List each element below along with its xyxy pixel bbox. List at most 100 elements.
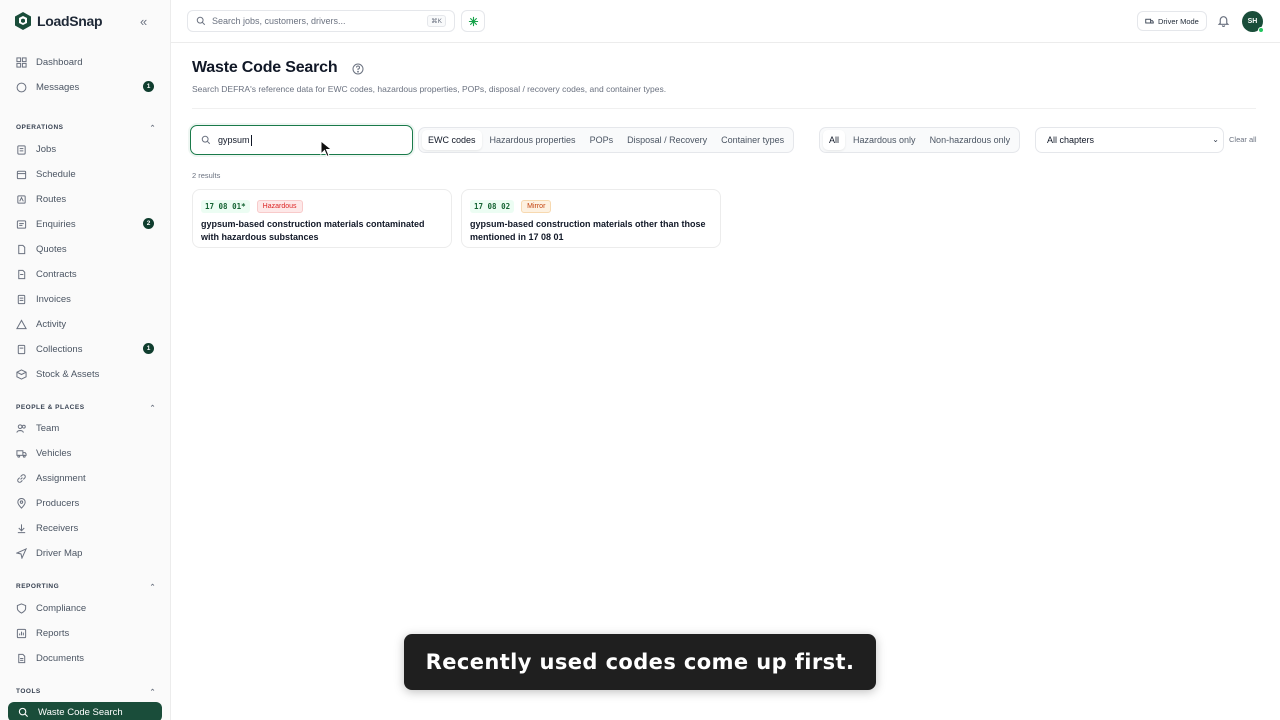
driver-mode-label: Driver Mode xyxy=(1158,16,1199,26)
sidebar-item-label: Quotes xyxy=(36,243,67,255)
sidebar-item-messages[interactable]: Messages 1 xyxy=(16,77,156,97)
sidebar-item-enquiries[interactable]: Enquiries 2 xyxy=(16,214,156,234)
result-card[interactable]: 17 08 01* Hazardous gypsum-based constru… xyxy=(192,189,452,248)
users-icon xyxy=(16,423,26,433)
sidebar-item-contracts[interactable]: Contracts xyxy=(16,264,156,284)
sidebar-item-label: Routes xyxy=(36,193,67,205)
document-icon xyxy=(18,244,26,254)
link-icon xyxy=(17,473,26,483)
sidebar-item-label: Enquiries xyxy=(36,218,76,230)
sidebar-item-stock-assets[interactable]: Stock & Assets xyxy=(16,364,156,384)
tab-container-types[interactable]: Container types xyxy=(715,130,790,150)
mouse-cursor-icon xyxy=(320,140,333,158)
clear-all-button[interactable]: Clear all xyxy=(1229,135,1257,144)
section-operations[interactable]: OPERATIONS ⌃ xyxy=(16,124,156,132)
help-circle-icon[interactable] xyxy=(352,63,364,75)
section-tools[interactable]: TOOLS ⌃ xyxy=(16,688,156,696)
chapter-select-value: All chapters xyxy=(1047,135,1095,145)
shortcut-hint: ⌘K xyxy=(427,15,446,27)
waste-code-search-input[interactable]: gypsum xyxy=(190,125,413,155)
section-label: OPERATIONS xyxy=(16,124,64,131)
sidebar-item-label: Receivers xyxy=(36,522,79,534)
sidebar-item-activity[interactable]: Activity xyxy=(16,314,156,334)
sidebar-item-invoices[interactable]: Invoices xyxy=(16,289,156,309)
sidebar-item-collections[interactable]: Collections 1 xyxy=(16,339,156,359)
sidebar-item-receivers[interactable]: Receivers xyxy=(16,518,156,538)
sparkle-icon xyxy=(468,16,478,26)
sidebar-item-schedule[interactable]: Schedule xyxy=(16,164,156,184)
result-description: gypsum-based construction materials cont… xyxy=(201,219,425,242)
map-pin-icon xyxy=(17,497,26,509)
logo-icon xyxy=(15,12,31,30)
sidebar-item-compliance[interactable]: Compliance xyxy=(16,598,156,618)
chevron-up-icon: ⌃ xyxy=(149,584,156,591)
chevron-up-icon: ⌃ xyxy=(149,405,156,412)
sidebar-item-label: Schedule xyxy=(36,168,76,180)
app-name: LoadSnap xyxy=(37,13,103,29)
section-label: TOOLS xyxy=(16,688,41,695)
sidebar-item-label: Messages xyxy=(36,81,80,93)
filter-hazardous-only[interactable]: Hazardous only xyxy=(847,130,922,150)
sidebar-item-quotes[interactable]: Quotes xyxy=(16,239,156,259)
bar-chart-icon xyxy=(16,628,27,638)
badge-count: 1 xyxy=(143,343,154,354)
inbox-icon xyxy=(16,219,27,229)
sidebar-item-label: Invoices xyxy=(36,293,71,305)
sidebar-item-vehicles[interactable]: Vehicles xyxy=(16,443,156,463)
section-label: REPORTING xyxy=(16,583,60,590)
driver-mode-button[interactable]: Driver Mode xyxy=(1137,11,1207,31)
global-search-input[interactable]: Search jobs, customers, drivers... ⌘K xyxy=(187,10,455,32)
chevron-up-icon: ⌃ xyxy=(149,125,156,132)
result-card[interactable]: 17 08 02 Mirror gypsum-based constructio… xyxy=(461,189,721,248)
tab-disposal-recovery[interactable]: Disposal / Recovery xyxy=(621,130,713,150)
route-icon xyxy=(17,194,26,204)
sidebar-item-driver-map[interactable]: Driver Map xyxy=(16,543,156,563)
file-icon xyxy=(18,653,26,663)
collections-icon xyxy=(17,344,26,354)
chapter-select[interactable]: All chapters ⌄ xyxy=(1035,127,1224,153)
top-bar: Search jobs, customers, drivers... ⌘K Dr… xyxy=(171,0,1280,43)
collapse-sidebar-icon[interactable]: « xyxy=(140,14,147,29)
sidebar-item-assignment[interactable]: Assignment xyxy=(16,468,156,488)
sidebar-item-reports[interactable]: Reports xyxy=(16,623,156,643)
sidebar-item-label: Team xyxy=(36,422,60,434)
shield-icon xyxy=(16,602,27,614)
filter-all[interactable]: All xyxy=(823,130,846,150)
clipboard-icon xyxy=(17,144,26,155)
sidebar-item-documents[interactable]: Documents xyxy=(16,648,156,668)
truck-icon xyxy=(1145,18,1154,23)
sidebar-item-team[interactable]: Team xyxy=(16,418,156,438)
search-icon xyxy=(201,135,211,145)
ai-assistant-button[interactable] xyxy=(461,10,485,32)
tab-pops[interactable]: POPs xyxy=(584,130,620,150)
notification-bell-icon[interactable] xyxy=(1217,14,1230,27)
page-subtitle: Search DEFRA's reference data for EWC co… xyxy=(192,84,667,94)
filter-non-hazardous-only[interactable]: Non-hazardous only xyxy=(924,130,1017,150)
calendar-icon xyxy=(16,170,27,179)
section-people-places[interactable]: PEOPLE & PLACES ⌃ xyxy=(16,404,156,412)
sidebar-item-producers[interactable]: Producers xyxy=(16,493,156,513)
logo[interactable]: LoadSnap xyxy=(13,11,103,31)
sidebar-item-waste-code-search[interactable]: Waste Code Search xyxy=(8,702,162,720)
sidebar-item-label: Dashboard xyxy=(36,56,83,68)
search-icon xyxy=(18,707,29,717)
result-description: gypsum-based construction materials othe… xyxy=(470,219,706,242)
section-reporting[interactable]: REPORTING ⌃ xyxy=(16,583,156,591)
chat-icon xyxy=(16,82,27,92)
sidebar-item-label: Stock & Assets xyxy=(36,368,100,380)
tab-hazardous-properties[interactable]: Hazardous properties xyxy=(484,130,582,150)
sidebar-item-jobs[interactable]: Jobs xyxy=(16,139,156,159)
search-icon xyxy=(196,16,206,26)
divider xyxy=(192,108,1256,109)
search-value: gypsum xyxy=(218,135,250,145)
sidebar-item-dashboard[interactable]: Dashboard xyxy=(16,52,156,72)
triangle-alert-icon xyxy=(16,318,27,329)
ewc-code: 17 08 01* xyxy=(201,199,250,213)
sidebar-item-label: Documents xyxy=(36,652,85,664)
search-placeholder: Search jobs, customers, drivers... xyxy=(212,16,346,26)
page-title: Waste Code Search xyxy=(192,59,338,76)
tab-ewc-codes[interactable]: EWC codes xyxy=(422,130,482,150)
sidebar-item-routes[interactable]: Routes xyxy=(16,189,156,209)
truck-icon xyxy=(16,449,27,458)
sidebar-item-label: Collections xyxy=(36,343,83,355)
